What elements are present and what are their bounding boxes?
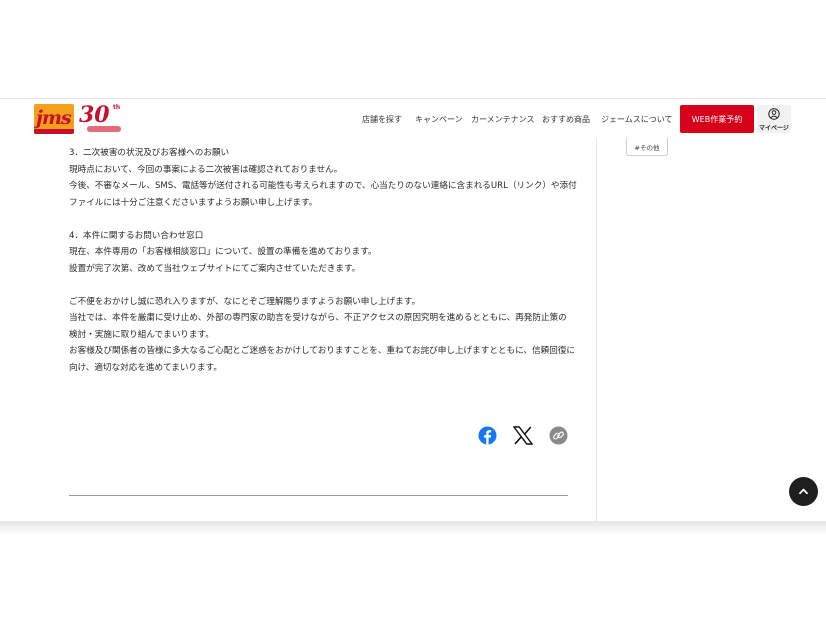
paragraph-line: ご不便をおかけし誠に恐れ入りますが、なにとぞご理解賜りますようお願い申し上げます…: [69, 296, 421, 307]
paragraph-line: 現在、本件専用の「お客様相談窓口」について、設置の準備を進めております。: [69, 247, 377, 257]
nav-item-campaign[interactable]: キャンペーン: [415, 114, 463, 125]
anniversary-number: 30: [79, 102, 110, 128]
viewport-shadow: [0, 521, 826, 535]
paragraph-line: ファイルには十分ご注意くださいますようお願い申し上げます。: [69, 197, 318, 208]
paragraph-line: 検討・実施に取り組んでまいります。: [69, 329, 214, 340]
jms-logo[interactable]: jms: [34, 104, 74, 134]
nav-item-about[interactable]: ジェームスについて: [601, 114, 673, 125]
tag-other[interactable]: #その他: [626, 138, 668, 156]
web-reservation-button[interactable]: WEB作業予約: [680, 105, 754, 133]
paragraph-line: 当社では、本件を厳粛に受け止め、外部の専門家の助言を受けながら、不正アクセスの原…: [69, 313, 567, 323]
scroll-to-top-button[interactable]: [789, 477, 818, 506]
article-divider: [69, 495, 568, 496]
paragraph-line: 設置が完了次第、改めて当社ウェブサイトにてご案内させていただきます。: [69, 263, 361, 274]
link-icon[interactable]: [549, 426, 568, 445]
anniversary-ribbon: [87, 126, 121, 132]
paragraph-line: 向け、適切な対応を進めてまいります。: [69, 362, 222, 373]
paragraph-line: 現時点において、今回の事案による二次被害は確認されておりません。: [69, 164, 343, 175]
x-icon[interactable]: [513, 426, 533, 445]
nav-item-car-maintenance[interactable]: カーメンテナンス: [471, 114, 535, 125]
chevron-up-icon: [799, 488, 808, 495]
nav-item-find-store[interactable]: 店舗を探す: [362, 114, 402, 125]
section-heading: 4．本件に関するお問い合わせ窓口: [69, 230, 204, 241]
logo-text: jms: [36, 107, 72, 129]
facebook-icon[interactable]: [478, 426, 497, 445]
paragraph-line: お客様及び関係者の皆様に多大なるご心配とご迷惑をおかけしておりますことを、重ねて…: [69, 346, 576, 356]
mypage-label: マイページ: [759, 125, 789, 132]
page-viewport: jms 30 th 店舗を探す キャンペーン カーメンテナンス おすすめ商品 ジ…: [0, 98, 826, 521]
anniversary-suffix: th: [113, 104, 121, 111]
site-header: jms 30 th 店舗を探す キャンペーン カーメンテナンス おすすめ商品 ジ…: [0, 99, 826, 139]
logo-bar: [34, 129, 74, 134]
sidebar-divider: [596, 139, 597, 521]
paragraph-line: 今後、不審なメール、SMS、電話等が送付される可能性も考えられますので、心当たり…: [69, 181, 577, 191]
mypage-button[interactable]: マイページ: [757, 105, 791, 133]
anniversary-logo: 30 th: [79, 102, 123, 136]
section-heading: 3．二次被害の状況及びお客様へのお願い: [69, 148, 230, 158]
user-icon: [768, 108, 780, 120]
nav-item-recommended[interactable]: おすすめ商品: [542, 114, 590, 125]
article-body: 3．二次被害の状況及びお客様へのお願い 現時点において、今回の事案による二次被害…: [69, 145, 577, 376]
